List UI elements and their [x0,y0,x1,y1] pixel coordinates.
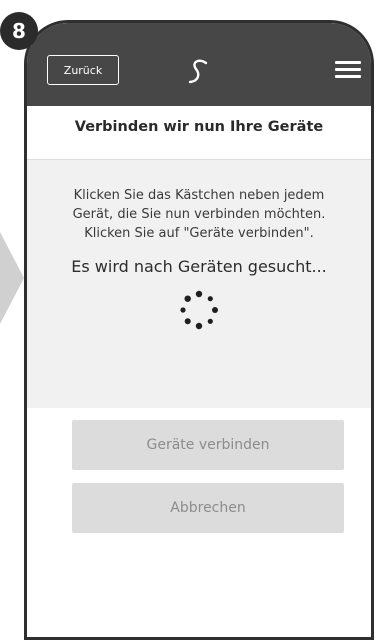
instruction-line: Gerät, die Sie nun verbinden möchten. [72,207,326,222]
loading-spinner-icon [180,290,218,330]
instruction-line: Klicken Sie auf "Geräte verbinden". [84,226,314,241]
instruction-line: Klicken Sie das Kästchen neben jedem [73,188,325,203]
content-panel: Klicken Sie das Kästchen neben jedem Ger… [27,160,371,408]
phone-frame: Zurück Verbinden wir nun Ihre Geräte Kli… [24,20,374,640]
instruction-text: Klicken Sie das Kästchen neben jedem Ger… [35,186,363,243]
cancel-button[interactable]: Abbrechen [72,483,344,533]
back-button[interactable]: Zurück [47,55,119,85]
connect-devices-button[interactable]: Geräte verbinden [72,420,344,470]
page-title: Verbinden wir nun Ihre Geräte [74,119,324,135]
step-number-badge: 8 [0,12,38,50]
hamburger-menu-icon[interactable] [335,61,361,79]
app-header: Zurück [27,23,371,106]
searching-status: Es wird nach Geräten gesucht... [71,257,327,276]
brand-logo-icon [188,59,208,84]
side-arrow-decoration [0,232,24,324]
